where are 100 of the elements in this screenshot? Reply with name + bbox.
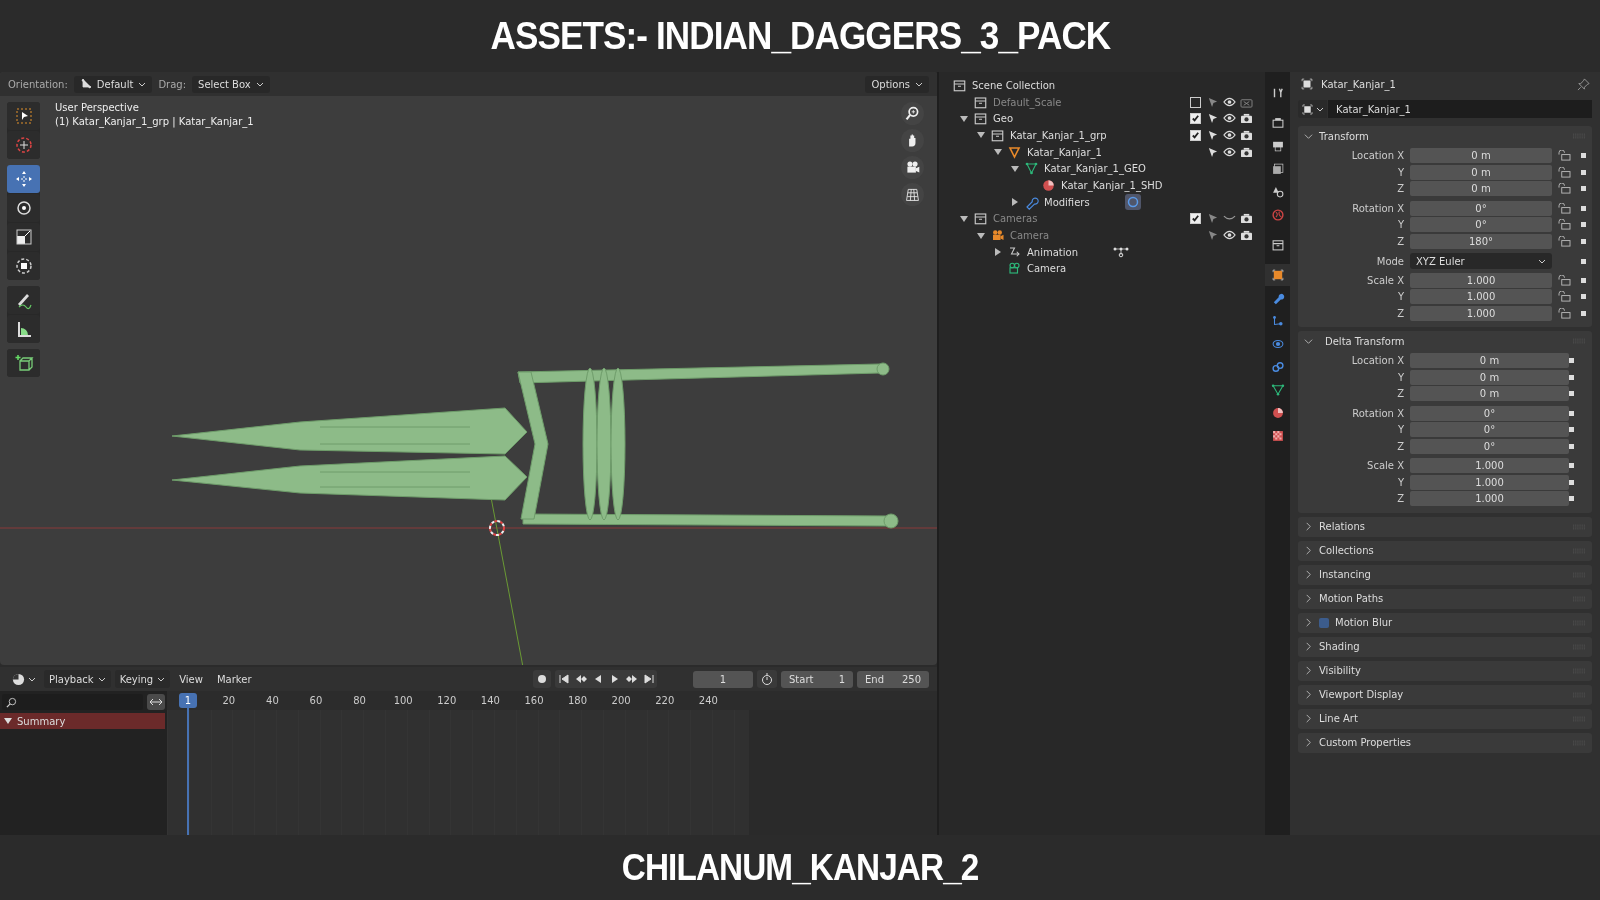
number-field[interactable]: 1.000 (1410, 474, 1569, 490)
number-field[interactable]: 0 m (1410, 148, 1552, 164)
mode-dropdown[interactable]: XYZ Euler (1410, 253, 1552, 269)
chevron-right-icon[interactable] (1304, 594, 1313, 603)
summary-channel[interactable]: Summary (0, 713, 165, 730)
swap-button[interactable] (147, 694, 165, 711)
number-field[interactable]: 1.000 (1410, 458, 1569, 474)
timeline-menu[interactable]: Playback (44, 670, 111, 689)
expanded-triangle-icon[interactable] (4, 717, 12, 726)
panel-title[interactable]: Instancing (1319, 569, 1371, 580)
number-field[interactable]: 0° (1410, 217, 1552, 233)
start-frame-field[interactable]: Start 1 (781, 670, 853, 688)
outliner-item[interactable]: Scene Collection (972, 79, 1056, 91)
panel-title[interactable]: Line Art (1319, 713, 1358, 724)
number-field[interactable]: 1.000 (1410, 491, 1569, 507)
number-field[interactable]: 0 m (1410, 353, 1569, 369)
expanded-triangle-icon[interactable] (960, 214, 968, 223)
render-camera-icon[interactable] (1239, 113, 1253, 125)
eye-icon[interactable] (1222, 230, 1236, 241)
number-field[interactable]: 0° (1410, 405, 1569, 421)
outliner-item[interactable]: Katar_Kanjar_1_SHD (1061, 179, 1163, 191)
orientation-dropdown[interactable]: Default (73, 75, 153, 93)
unlocked-icon[interactable] (1558, 219, 1571, 231)
panel-title[interactable]: Motion Blur (1335, 617, 1393, 628)
panel-checkbox[interactable] (1319, 617, 1329, 628)
select-arrow-icon[interactable] (1206, 113, 1218, 125)
eye-icon[interactable] (1222, 96, 1236, 107)
panel-title[interactable]: Visibility (1319, 665, 1361, 676)
number-field[interactable]: 0° (1410, 438, 1569, 454)
exclude-checkbox[interactable] (1189, 96, 1201, 108)
end-frame-field[interactable]: End 250 (857, 670, 929, 688)
outliner-item[interactable]: Camera (1027, 263, 1067, 275)
exclude-checkbox[interactable] (1189, 129, 1201, 141)
exclude-checkbox[interactable] (1189, 113, 1201, 125)
unlocked-icon[interactable] (1558, 183, 1571, 195)
number-field[interactable]: 0 m (1410, 369, 1569, 385)
outliner-item[interactable]: Default_Scale (993, 96, 1062, 108)
search-field[interactable] (2, 694, 143, 711)
pin-icon[interactable] (1577, 77, 1590, 91)
outliner-item[interactable]: Camera (1010, 230, 1050, 242)
expanded-triangle-icon[interactable] (977, 131, 985, 140)
outliner-item[interactable]: Katar_Kanjar_1_grp (1010, 129, 1107, 141)
expanded-triangle-icon[interactable] (960, 114, 968, 123)
unlocked-icon[interactable] (1558, 274, 1571, 286)
tool-button[interactable] (7, 223, 40, 251)
number-field[interactable]: 1.000 (1410, 289, 1552, 305)
chevron-right-icon[interactable] (1304, 522, 1313, 531)
chevron-right-icon[interactable] (1304, 546, 1313, 555)
unlocked-icon[interactable] (1558, 307, 1571, 319)
timeline-menu[interactable]: Keying (114, 670, 171, 689)
outliner-item[interactable]: Modifiers (1044, 196, 1090, 208)
expanded-triangle-icon[interactable] (1011, 164, 1019, 173)
current-frame-field[interactable]: 1 (693, 670, 753, 688)
expanded-triangle-icon[interactable] (977, 231, 985, 240)
number-field[interactable]: 180° (1410, 233, 1552, 249)
chevron-right-icon[interactable] (1304, 738, 1313, 747)
panel-title[interactable]: Motion Paths (1319, 593, 1384, 604)
eye-icon[interactable] (1222, 146, 1236, 157)
outliner-item[interactable]: Cameras (993, 213, 1038, 225)
panel-title[interactable]: Viewport Display (1319, 689, 1404, 700)
unlocked-icon[interactable] (1558, 291, 1571, 303)
tool-button[interactable] (7, 252, 40, 280)
datablock-button[interactable] (1298, 100, 1327, 118)
timeline-menu[interactable]: View (174, 670, 208, 689)
render-camera-icon[interactable] (1239, 213, 1253, 225)
playhead-frame[interactable]: 1 (179, 693, 197, 709)
render-camera-icon[interactable] (1239, 146, 1253, 158)
outliner-item[interactable]: Katar_Kanjar_1_GEO (1044, 163, 1146, 175)
tool-button[interactable] (7, 315, 40, 343)
eye-icon[interactable] (1222, 113, 1236, 124)
tool-button[interactable] (7, 349, 40, 377)
chevron-down-icon[interactable] (1304, 131, 1313, 141)
tool-button[interactable] (7, 194, 40, 222)
panel-title[interactable]: Shading (1319, 641, 1360, 652)
timeline-menu[interactable]: Marker (211, 670, 257, 689)
collapsed-triangle-icon[interactable] (1011, 198, 1019, 207)
outliner-item[interactable]: Katar_Kanjar_1 (1027, 146, 1102, 158)
chevron-right-icon[interactable] (1304, 618, 1313, 627)
drag-dropdown[interactable]: Select Box (192, 75, 270, 93)
number-field[interactable]: 1.000 (1410, 272, 1552, 288)
collapsed-triangle-icon[interactable] (994, 248, 1002, 257)
number-field[interactable]: 1.000 (1410, 305, 1552, 321)
render-camera-icon[interactable] (1239, 230, 1253, 242)
render-camera-icon[interactable] (1239, 129, 1253, 141)
chevron-right-icon[interactable] (1304, 642, 1313, 651)
number-field[interactable]: 0 m (1410, 164, 1552, 180)
panel-title[interactable]: Relations (1319, 521, 1365, 532)
unlocked-icon[interactable] (1558, 150, 1571, 162)
panel-title[interactable]: Transform (1319, 130, 1369, 142)
unlocked-icon[interactable] (1558, 166, 1571, 178)
eye-icon[interactable] (1222, 129, 1236, 140)
exclude-checkbox[interactable] (1189, 213, 1201, 225)
chevron-right-icon[interactable] (1304, 570, 1313, 579)
number-field[interactable]: 0° (1410, 200, 1552, 216)
outliner-item[interactable]: Animation (1027, 246, 1078, 258)
chevron-right-icon[interactable] (1304, 714, 1313, 723)
chevron-right-icon[interactable] (1304, 690, 1313, 699)
chevron-down-icon[interactable] (1304, 336, 1313, 346)
number-field[interactable]: 0 m (1410, 181, 1552, 197)
select-arrow-icon[interactable] (1206, 129, 1218, 141)
